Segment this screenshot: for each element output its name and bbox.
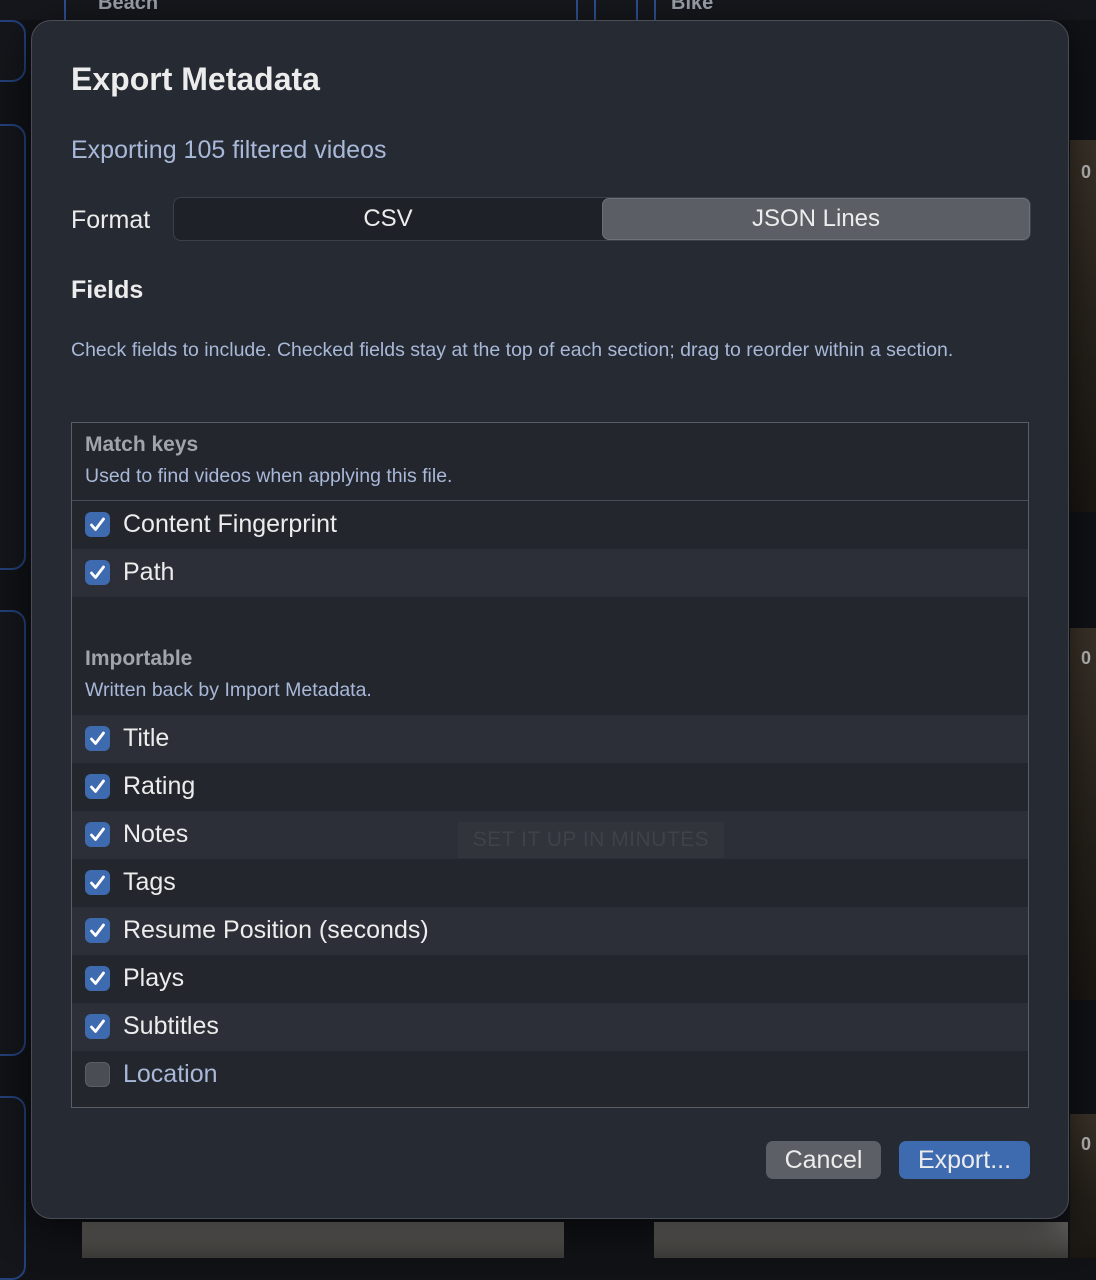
background-duration: 0: [1081, 648, 1092, 668]
field-row-rating[interactable]: Rating: [72, 763, 1028, 811]
checkmark-icon: [90, 875, 105, 889]
section-title-importable: Importable: [85, 647, 193, 670]
background-divider: [576, 0, 578, 20]
checkbox-checked[interactable]: [85, 1014, 110, 1039]
format-label: Format: [71, 206, 151, 234]
background-thumbnail: [82, 1222, 564, 1258]
field-row-content-fingerprint[interactable]: Content Fingerprint: [72, 501, 1028, 549]
fields-heading: Fields: [71, 276, 144, 304]
field-row-tags[interactable]: Tags: [72, 859, 1028, 907]
background-card: [0, 20, 26, 82]
checkbox-checked[interactable]: [85, 774, 110, 799]
export-metadata-dialog: Export Metadata Exporting 105 filtered v…: [31, 20, 1069, 1219]
field-label: Notes: [123, 820, 189, 848]
checkbox-checked[interactable]: [85, 870, 110, 895]
checkmark-icon: [90, 517, 105, 531]
checkmark-icon: [90, 565, 105, 579]
format-option-json-lines[interactable]: JSON Lines: [602, 198, 1030, 240]
section-title-match-keys: Match keys: [85, 433, 199, 456]
background-duration: 0: [1081, 162, 1092, 182]
dialog-title: Export Metadata: [71, 61, 320, 97]
background-card-title: Beach: [98, 0, 159, 14]
background-card: [0, 124, 26, 570]
export-button[interactable]: Export...: [899, 1141, 1030, 1179]
checkbox-checked[interactable]: [85, 966, 110, 991]
checkbox-checked[interactable]: [85, 512, 110, 537]
field-label: Subtitles: [123, 1012, 219, 1040]
field-label: Path: [123, 558, 175, 586]
background-card: [0, 1096, 26, 1280]
field-label: Content Fingerprint: [123, 510, 338, 538]
field-label: Plays: [123, 964, 185, 992]
format-segmented-control: CSV JSON Lines: [173, 197, 1031, 241]
background-card: [0, 610, 26, 1056]
checkbox-checked[interactable]: [85, 560, 110, 585]
field-label: Resume Position (seconds): [123, 916, 429, 944]
checkbox-checked[interactable]: [85, 726, 110, 751]
export-count-text: Exporting 105 filtered videos: [71, 136, 387, 164]
field-label: Rating: [123, 772, 196, 800]
background-thumbnail: [1070, 140, 1096, 512]
field-label: Tags: [123, 868, 176, 896]
field-row-resume-position[interactable]: Resume Position (seconds): [72, 907, 1028, 955]
field-row-subtitles[interactable]: Subtitles: [72, 1003, 1028, 1051]
watermark-overlay: SET IT UP IN MINUTES: [458, 822, 724, 858]
checkmark-icon: [90, 971, 105, 985]
fields-list: Match keys Used to find videos when appl…: [71, 422, 1029, 1108]
checkmark-icon: [90, 779, 105, 793]
checkbox-checked[interactable]: [85, 918, 110, 943]
cancel-button[interactable]: Cancel: [766, 1141, 881, 1179]
background-divider: [636, 0, 638, 20]
section-description-importable: Written back by Import Metadata.: [85, 679, 372, 701]
checkmark-icon: [90, 731, 105, 745]
field-row-plays[interactable]: Plays: [72, 955, 1028, 1003]
field-label: Location: [123, 1060, 218, 1088]
field-label: Title: [123, 724, 170, 752]
background-header-strip: [0, 0, 1096, 20]
background-divider: [594, 0, 596, 20]
background-thumbnail: [654, 1222, 1068, 1258]
background-duration: 0: [1081, 1134, 1092, 1154]
background-divider: [64, 0, 66, 20]
checkbox-unchecked[interactable]: [85, 1062, 110, 1087]
field-row-path[interactable]: Path: [72, 549, 1028, 597]
background-thumbnail: [1070, 628, 1096, 1000]
format-option-csv[interactable]: CSV: [174, 198, 602, 240]
fields-help-text: Check fields to include. Checked fields …: [71, 339, 954, 361]
background-divider: [654, 0, 656, 20]
checkmark-icon: [90, 827, 105, 841]
checkbox-checked[interactable]: [85, 822, 110, 847]
field-row-location[interactable]: Location: [72, 1051, 1028, 1099]
checkmark-icon: [90, 1019, 105, 1033]
field-row-title[interactable]: Title: [72, 715, 1028, 763]
checkmark-icon: [90, 923, 105, 937]
background-card-title: Bike: [671, 0, 714, 14]
section-description-match-keys: Used to find videos when applying this f…: [85, 465, 453, 487]
